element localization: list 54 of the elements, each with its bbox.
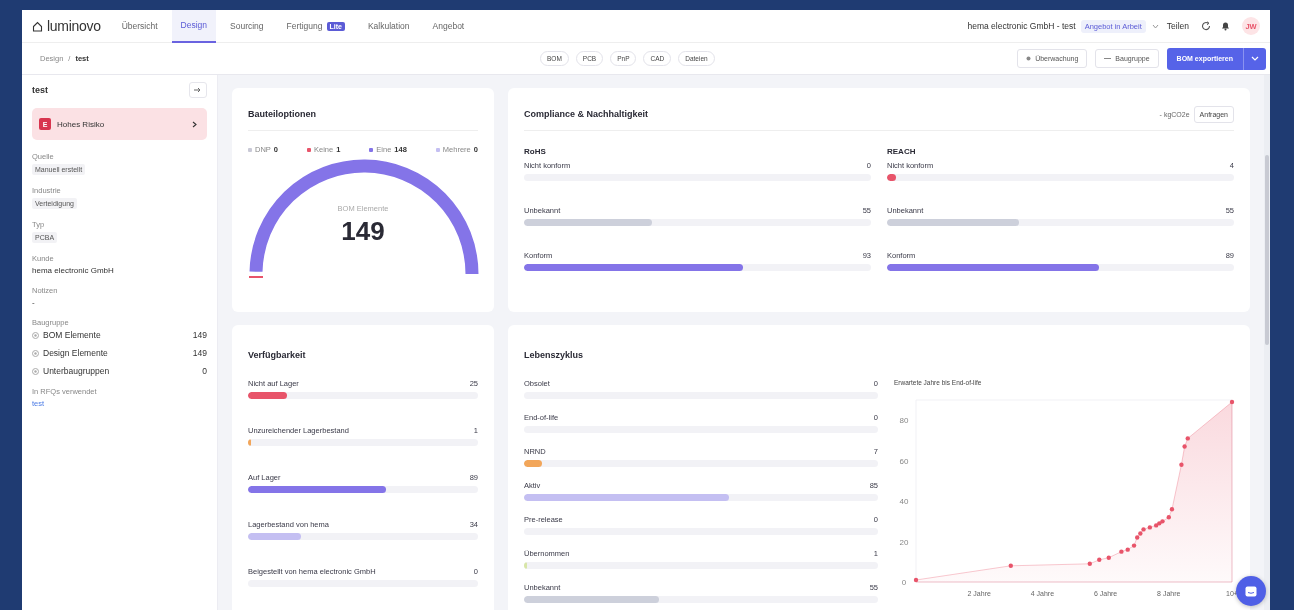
nav-tab[interactable]: Design [171,10,216,43]
card-title: Compliance & Nachhaltigkeit [524,108,649,121]
nav-tab[interactable]: Kalkulation [358,10,419,43]
nav-tab[interactable]: Übersicht [112,10,167,43]
nav-tab[interactable]: Angebot [423,10,474,43]
caret-icon[interactable] [1151,23,1159,29]
chat-icon [1245,585,1257,597]
chevron-right-icon [192,120,197,128]
house-icon [32,20,43,32]
project-title: hema electronic GmbH - test [967,21,1076,31]
refresh-icon[interactable] [1201,21,1211,31]
axis-tick-label: 40 [899,497,909,507]
axis-tick-label: 60 [899,456,909,466]
dot-icon [1026,56,1032,61]
data-point [1087,561,1092,566]
assembly-count: 0 [202,366,207,376]
axis-tick-label: 20 [899,537,909,547]
risk-label: Hohes Risiko [57,119,106,129]
assembly-count: 149 [192,330,207,340]
field-value: - [32,298,36,307]
card-title: Verfügbarkeit [248,349,307,362]
data-point [1106,555,1111,560]
data-point [1008,563,1013,568]
data-point [913,577,919,583]
circle-icon [32,367,39,375]
group-title: REACH [887,147,917,156]
card-title: Bauteiloptionen [248,98,478,131]
sidebar-title: test [32,85,48,95]
data-point [1169,507,1175,512]
axis-tick-label: 0 [901,578,907,587]
group-title: RoHS [524,147,547,156]
data-point [1185,436,1190,441]
data-point [1229,399,1235,405]
gauge-total: 149 [340,216,386,247]
logo-text: luminovo [47,18,101,34]
circle-icon [32,331,39,339]
field-value: hema electronic GmbH [32,266,115,275]
circle-icon [32,349,39,357]
card-title: Lebenszyklus [524,349,585,362]
assembly-item[interactable]: Unterbaugruppen [43,366,199,376]
axis-tick-label: 80 [899,416,909,426]
assembly-item[interactable]: Design Elemente [43,348,189,358]
scrollbar[interactable] [1264,75,1270,610]
bell-icon[interactable] [1221,21,1230,31]
data-point [1182,444,1187,449]
share-link[interactable]: Teilen [1166,21,1189,31]
data-point [1097,557,1102,562]
data-point [1179,462,1184,467]
nav-tab[interactable]: Sourcing [221,10,273,43]
dash-icon [1104,57,1112,60]
assembly-count: 149 [192,348,207,358]
assembly-item[interactable]: BOM Elemente [43,330,189,340]
scrollbar-thumb[interactable] [1265,155,1269,345]
collapse-icon [194,87,202,93]
